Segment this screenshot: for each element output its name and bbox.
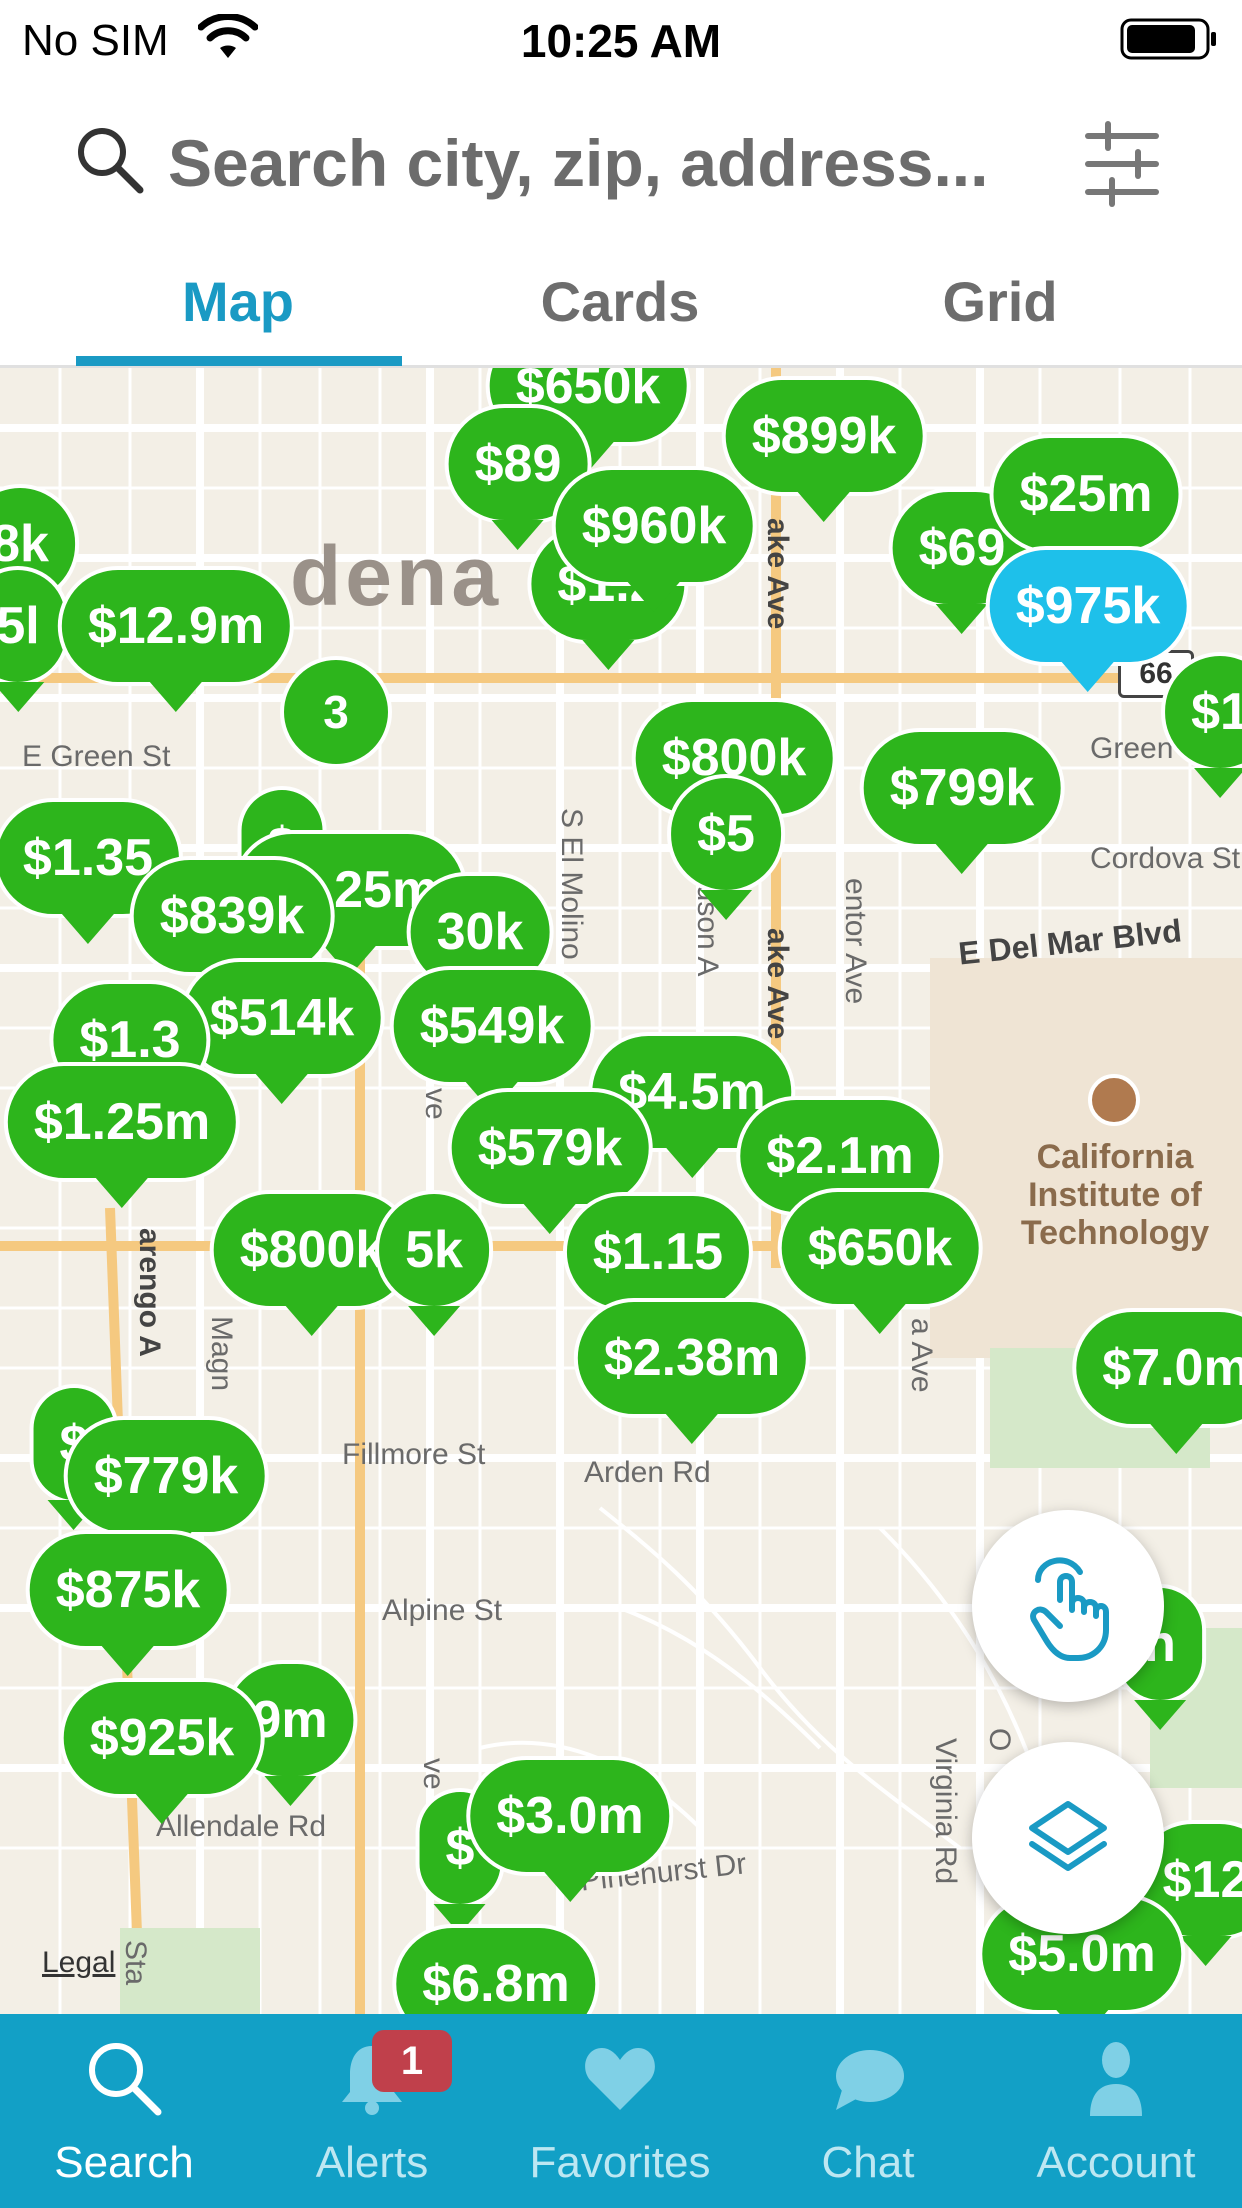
price-pin[interactable]: $960k [551,466,757,612]
street-label: ve [417,1758,450,1790]
price-pin[interactable]: $514k [179,958,385,1104]
draw-search-button[interactable] [972,1510,1164,1702]
nav-label: Favorites [529,2138,711,2187]
price-pin[interactable]: $6.8m [392,1924,600,2014]
heart-icon [585,2048,655,2110]
person-icon [1090,2042,1142,2116]
street-label: arengo A [133,1228,166,1357]
nav-label: Search [54,2138,194,2187]
street-label: Sta [119,1940,152,1986]
search-input[interactable] [168,118,1048,208]
street-label: Magn [205,1316,238,1392]
filter-sliders-icon[interactable] [1082,118,1162,210]
street-label: Fillmore St [342,1438,486,1471]
price-pin[interactable]: $25m [989,434,1183,580]
street-label: ake Ave [761,928,794,1040]
hand-pointer-icon [1030,1557,1109,1661]
street-label: Alpine St [382,1594,503,1627]
tab-cards[interactable]: Cards [460,262,780,368]
tab-map[interactable]: Map [78,262,398,368]
street-label: E Green St [22,740,171,773]
chat-bubble-icon [836,2050,904,2110]
search-bar [0,100,1242,230]
price-pin[interactable]: $779k [63,1416,269,1562]
poi-label: California Institute of Technology [1020,1138,1210,1252]
street-label: a Ave [905,1318,938,1393]
price-pin[interactable]: $3.0m [466,1756,674,1902]
battery-icon [1120,18,1216,60]
street-label: Virginia Rd [929,1738,962,1885]
price-pin[interactable]: $1.15 [562,1192,754,1338]
nav-chat[interactable]: Chat [744,2014,992,2208]
price-pin[interactable]: $799k [859,728,1065,874]
status-bar: No SIM 10:25 AM [0,0,1242,80]
bottom-tab-bar: Search Alerts Favorites Chat Account [0,2014,1242,2208]
city-name-label: dena [290,529,503,623]
nav-label: Alerts [315,2138,429,2187]
price-pin[interactable]: $1.25m [3,1062,241,1208]
price-pin[interactable]: 5k [375,1190,493,1336]
nav-search[interactable]: Search [0,2014,248,2208]
price-pin[interactable]: $875k [25,1530,231,1676]
price-pin[interactable]: $2.38m [573,1298,811,1444]
view-tabs: Map Cards Grid [0,262,1242,368]
nav-label: Chat [821,2138,915,2187]
price-pin[interactable]: $549k [389,966,595,1112]
street-label: Cordova St [1090,842,1241,875]
price-pin[interactable]: $12.9m [57,566,295,712]
street-label: ake Ave [761,518,794,630]
price-pin[interactable]: $650k [777,1188,983,1334]
layers-icon [1029,1801,1107,1871]
clock: 10:25 AM [520,15,722,67]
price-pin[interactable]: $5 [667,774,785,920]
street-label: Arden Rd [584,1456,711,1489]
nav-label: Account [1036,2138,1196,2187]
nav-account[interactable]: Account [992,2014,1240,2208]
active-tab-indicator [76,356,402,366]
search-icon [78,128,144,194]
search-icon [89,2043,162,2116]
cluster-pin[interactable]: 3 [280,656,392,768]
price-pin[interactable]: $899k [721,376,927,522]
price-pin[interactable]: $579k [447,1088,653,1234]
map-layers-button[interactable] [972,1742,1164,1934]
street-label: ve [419,1088,452,1120]
nav-favorites[interactable]: Favorites [496,2014,744,2208]
price-pin[interactable]: $7.0m [1072,1308,1242,1454]
street-label: entor Ave [839,878,872,1005]
map-view[interactable]: dena E Green St Green St Cordova St E De… [0,368,1242,2014]
tab-grid[interactable]: Grid [840,262,1160,368]
street-label: O [983,1728,1016,1752]
graduation-cap-icon [1088,1074,1140,1126]
alerts-badge: 1 [372,2030,452,2092]
street-label: S El Molino [555,808,588,960]
legal-link[interactable]: Legal [42,1946,115,1980]
price-pin[interactable]: $925k [59,1678,265,1824]
price-pin-selected[interactable]: $975k [985,546,1191,692]
